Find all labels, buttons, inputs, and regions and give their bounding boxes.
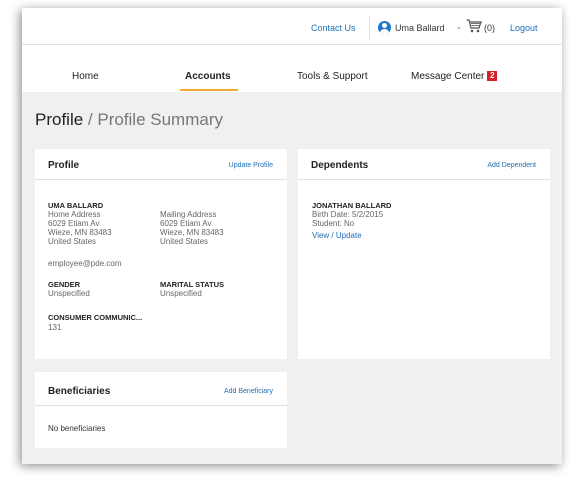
divider <box>369 16 370 40</box>
nav-message-center-label: Message Center <box>411 71 485 82</box>
contact-us-link[interactable]: Contact Us <box>311 23 356 33</box>
nav-tools-support[interactable]: Tools & Support <box>297 71 368 82</box>
chevron-down-icon[interactable]: ⌄ <box>456 23 462 31</box>
beneficiaries-card-header: Beneficiaries Add Beneficiary <box>35 372 287 406</box>
dependent-student: Student: No <box>312 219 355 228</box>
home-address-line3: United States <box>48 237 97 246</box>
beneficiaries-card: Beneficiaries Add Beneficiary No benefic… <box>35 372 287 448</box>
browser-window: Contact Us Uma Ballard ⌄ (0) Logout Home… <box>22 8 562 464</box>
profile-card: Profile Update Profile UMA BALLARD Home … <box>35 149 287 359</box>
gender-value: Unspecified <box>48 289 90 298</box>
dependent-name: JONATHAN BALLARD <box>312 201 392 210</box>
update-profile-link[interactable]: Update Profile <box>229 162 273 169</box>
nav-accounts[interactable]: Accounts <box>185 71 231 82</box>
mailing-address-label: Mailing Address <box>160 210 217 219</box>
mailing-address-line3: United States <box>160 237 209 246</box>
cart-count[interactable]: (0) <box>484 23 495 33</box>
dependents-card-header: Dependents Add Dependent <box>298 149 550 180</box>
page-title: Profile / Profile Summary <box>35 110 223 130</box>
page-title-main: Profile <box>35 110 84 129</box>
home-address-label: Home Address <box>48 210 101 219</box>
active-tab-indicator <box>180 89 238 91</box>
nav-home[interactable]: Home <box>72 71 99 82</box>
main-nav: Home Accounts Tools & Support Message Ce… <box>22 45 562 91</box>
dependents-card-title: Dependents <box>311 160 369 171</box>
dependent-birth-date: Birth Date: 5/2/2015 <box>312 210 384 219</box>
mailing-address-line1: 6029 Etiam Av <box>160 219 212 228</box>
nav-message-center[interactable]: Message Center 2 <box>411 71 498 82</box>
beneficiaries-card-title: Beneficiaries <box>48 386 111 397</box>
add-beneficiary-link[interactable]: Add Beneficiary <box>224 388 273 395</box>
user-avatar-icon[interactable] <box>378 21 391 34</box>
profile-card-header: Profile Update Profile <box>35 149 287 180</box>
profile-card-title: Profile <box>48 160 80 171</box>
profile-name: UMA BALLARD <box>48 201 104 210</box>
message-count-badge: 2 <box>487 71 498 81</box>
mailing-address-line2: Wieze, MN 83483 <box>160 228 224 237</box>
view-update-link[interactable]: View / Update <box>312 231 362 240</box>
home-address-line1: 6029 Etiam Av <box>48 219 100 228</box>
page-title-sub: / Profile Summary <box>83 110 223 129</box>
utility-bar: Contact Us Uma Ballard ⌄ (0) Logout <box>22 8 562 45</box>
dependents-card: Dependents Add Dependent JONATHAN BALLAR… <box>298 149 550 359</box>
marital-status-label: MARITAL STATUS <box>160 280 225 289</box>
main-content: Profile / Profile Summary Profile Update… <box>22 92 562 464</box>
marital-status-value: Unspecified <box>160 289 202 298</box>
gender-label: GENDER <box>48 280 81 289</box>
no-beneficiaries-text: No beneficiaries <box>48 424 106 433</box>
profile-email: employee@pde.com <box>48 259 122 268</box>
add-dependent-link[interactable]: Add Dependent <box>487 162 536 169</box>
user-menu[interactable]: Uma Ballard <box>395 23 445 33</box>
consumer-communication-value: 131 <box>48 323 62 332</box>
cart-icon[interactable] <box>466 19 482 33</box>
logout-link[interactable]: Logout <box>510 23 538 33</box>
consumer-communication-label: CONSUMER COMMUNIC... <box>48 313 143 322</box>
home-address-line2: Wieze, MN 83483 <box>48 228 112 237</box>
